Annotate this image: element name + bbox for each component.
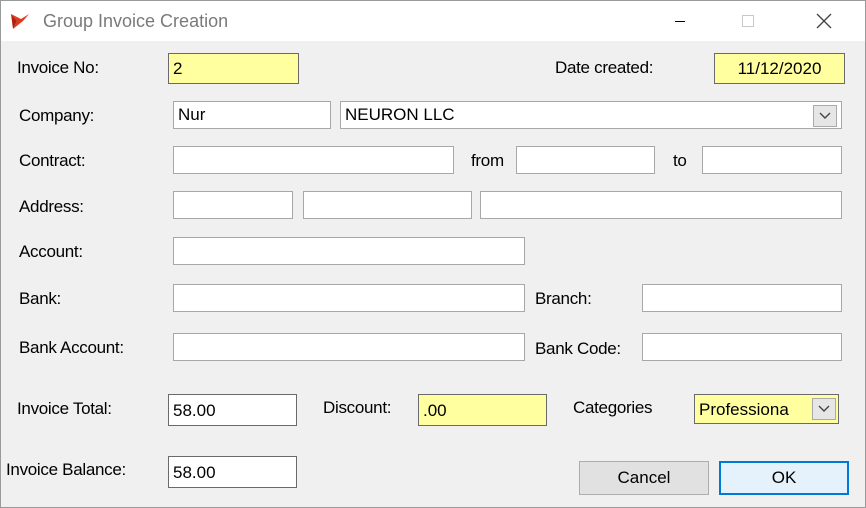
to-label: to <box>673 151 687 170</box>
ok-button[interactable]: OK <box>719 461 849 495</box>
bank-account-label: Bank Account: <box>19 338 124 357</box>
bank-code-label: Bank Code: <box>535 339 621 358</box>
close-icon <box>816 13 832 29</box>
bank-code-field[interactable] <box>642 333 842 361</box>
close-button[interactable] <box>801 1 847 41</box>
account-field[interactable] <box>173 237 525 265</box>
invoice-total-field[interactable]: 58.00 <box>168 394 297 426</box>
maximize-icon <box>742 15 754 27</box>
address-field-1[interactable] <box>173 191 293 219</box>
chevron-down-icon <box>818 405 830 412</box>
window-title: Group Invoice Creation <box>43 11 229 31</box>
company-name-select[interactable]: NEURON LLC <box>340 101 842 129</box>
app-logo-icon <box>11 14 29 29</box>
dialog-window: Group Invoice Creation Invoice No: 2 Dat… <box>0 0 866 508</box>
discount-field[interactable]: .00 <box>418 394 547 426</box>
bank-account-field[interactable] <box>173 333 525 361</box>
chevron-down-icon <box>819 112 831 119</box>
invoice-no-field[interactable]: 2 <box>168 53 299 84</box>
company-dropdown-button[interactable] <box>813 105 837 127</box>
minimize-icon <box>675 21 685 22</box>
categories-label: Categories <box>573 398 653 417</box>
contract-label: Contract: <box>19 151 86 170</box>
cancel-button[interactable]: Cancel <box>579 461 709 495</box>
branch-label: Branch: <box>535 289 592 308</box>
invoice-total-label: Invoice Total: <box>17 399 112 418</box>
branch-field[interactable] <box>642 284 842 312</box>
to-field[interactable] <box>702 146 842 174</box>
date-created-label: Date created: <box>555 58 654 77</box>
address-field-3[interactable] <box>480 191 842 219</box>
invoice-balance-label: Invoice Balance: <box>6 460 126 479</box>
address-label: Address: <box>19 197 84 216</box>
discount-label: Discount: <box>323 398 392 417</box>
company-name-value: NEURON LLC <box>345 105 455 124</box>
bank-field[interactable] <box>173 284 525 312</box>
minimize-button[interactable] <box>657 1 703 41</box>
invoice-no-label: Invoice No: <box>17 58 99 77</box>
categories-value: Professiona <box>699 400 789 419</box>
contract-field[interactable] <box>173 146 454 174</box>
account-label: Account: <box>19 242 83 261</box>
title-bar[interactable]: Group Invoice Creation <box>1 1 865 41</box>
from-label: from <box>471 151 504 170</box>
from-field[interactable] <box>516 146 655 174</box>
categories-dropdown-button[interactable] <box>812 398 836 420</box>
maximize-button[interactable] <box>725 1 771 41</box>
company-label: Company: <box>19 106 95 125</box>
address-field-2[interactable] <box>303 191 472 219</box>
date-created-field[interactable]: 11/12/2020 <box>714 53 845 84</box>
bank-label: Bank: <box>19 289 61 308</box>
invoice-balance-field[interactable]: 58.00 <box>168 456 297 488</box>
company-code-field[interactable]: Nur <box>173 101 331 129</box>
